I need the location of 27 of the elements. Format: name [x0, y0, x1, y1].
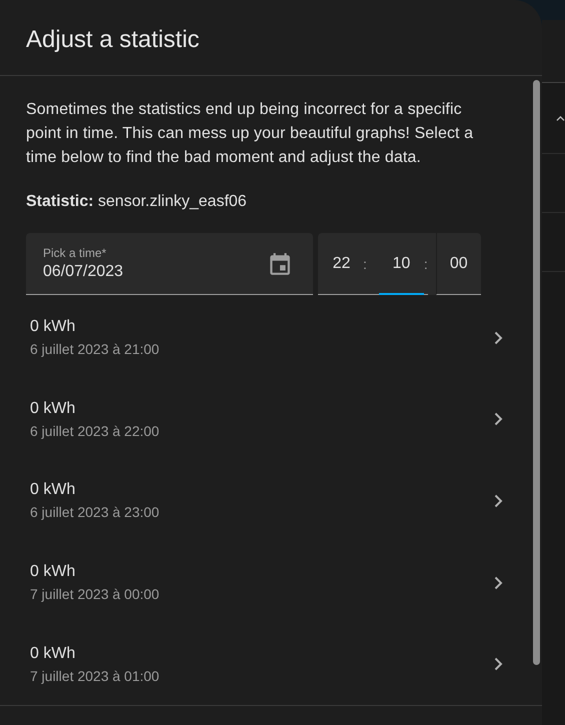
chevron-right-icon[interactable]: [494, 576, 503, 590]
entry-time: 6 juillet 2023 à 23:00: [30, 504, 160, 520]
calendar-icon: [269, 252, 291, 276]
chevron-right-icon[interactable]: [494, 330, 503, 345]
dialog-title: Adjust a statistic: [26, 26, 200, 54]
scrollbar[interactable]: [533, 80, 540, 665]
chevron-right-icon[interactable]: [494, 412, 503, 426]
date-field[interactable]: Pick a time* 06/07/2023: [26, 233, 313, 295]
statistic-text: Statistic: sensor.zlinky_easf06: [26, 193, 247, 211]
chevron-right-icon[interactable]: [494, 657, 503, 672]
time-segment[interactable]: 00: [436, 233, 481, 295]
entry-value: 0 kWh: [30, 318, 76, 336]
time-separator: :: [353, 233, 379, 295]
description-text: Sometimes the statistics end up being incorrect for a specific point in time. This can mess up your beautiful graphs! Select a time below to find the bad moment and adjust the data.: [26, 100, 474, 168]
chevron-up-icon[interactable]: [556, 114, 565, 122]
chevron-right-icon[interactable]: [494, 494, 503, 508]
entry-time: 7 juillet 2023 à 00:00: [30, 586, 160, 602]
entry-value: 0 kWh: [30, 481, 76, 500]
entry-time: 6 juillet 2023 à 22:00: [30, 422, 160, 439]
entry-value: 0 kWh: [30, 644, 76, 663]
entry-time: 6 juillet 2023 à 21:00: [30, 341, 160, 358]
entry-value: 0 kWh: [30, 400, 76, 418]
time-segment[interactable]: 10: [378, 233, 424, 295]
entry-time: 7 juillet 2023 à 01:00: [30, 668, 160, 684]
time-segment[interactable]: 22: [318, 233, 353, 295]
entry-value: 0 kWh: [30, 563, 76, 582]
time-separator: :: [424, 233, 428, 295]
